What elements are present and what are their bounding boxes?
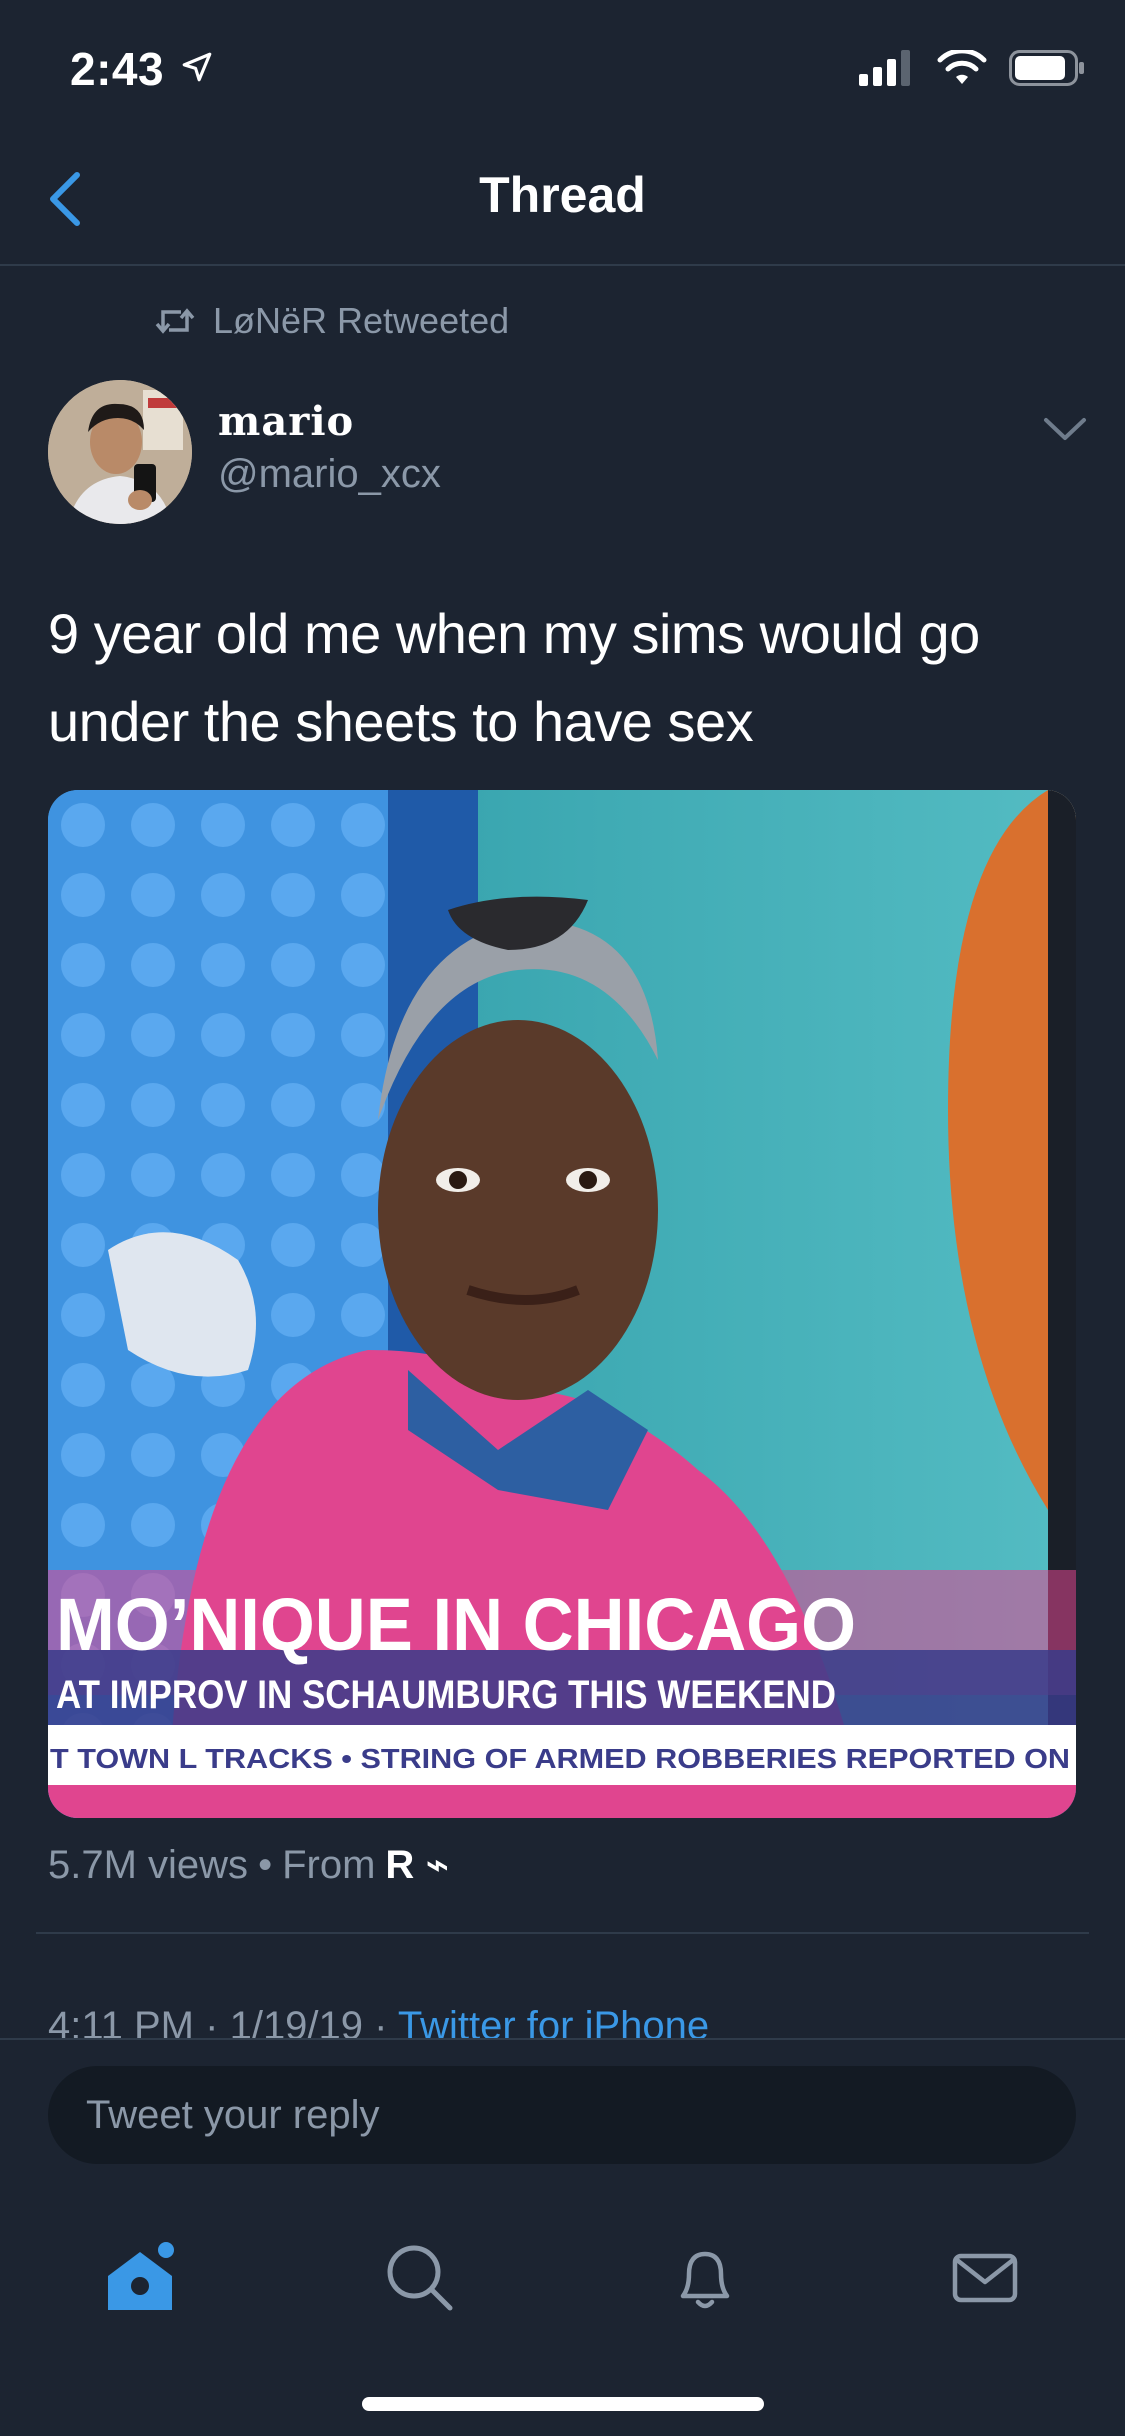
retweet-icon — [155, 308, 195, 334]
home-indicator[interactable] — [362, 2397, 764, 2411]
author-display-name[interactable]: mario — [218, 398, 354, 445]
tweet-date: 1/19/19 — [229, 2004, 364, 2040]
wifi-icon — [937, 50, 987, 84]
status-time: 2:43 — [70, 43, 165, 95]
reply-bar: Tweet your reply — [0, 2038, 1125, 2200]
avatar-image — [48, 380, 192, 524]
meta-dot: · — [205, 2004, 219, 2040]
video-headline: MO’NIQUE IN CHICAGO — [56, 1583, 856, 1666]
views-line: 5.7M views • From R ⌁ — [48, 1842, 450, 1888]
divider — [36, 1932, 1089, 1934]
video-thumbnail: MO’NIQUE IN CHICAGO AT IMPROV IN SCHAUMB… — [48, 790, 1076, 1818]
tweet-time: 4:11 PM — [48, 2004, 194, 2040]
views-separator: • — [258, 1842, 273, 1887]
video-ticker: T TOWN L TRACKS • STRING OF ARMED ROBBER… — [50, 1743, 1070, 1774]
retweet-label: LøNëR Retweeted — [213, 300, 510, 341]
author-handle[interactable]: @mario_xcx — [218, 452, 441, 497]
tweet-meta: 4:11 PM · 1/19/19 · Twitter for iPhone — [48, 2004, 709, 2040]
tweet-media-video[interactable]: MO’NIQUE IN CHICAGO AT IMPROV IN SCHAUMB… — [48, 790, 1076, 1818]
avatar[interactable] — [48, 380, 192, 524]
home-icon — [108, 2242, 174, 2310]
tab-notifications[interactable] — [645, 2218, 765, 2338]
views-from-label: From — [282, 1842, 376, 1887]
status-indicators — [859, 50, 1085, 86]
status-bar: 2:43 — [0, 0, 1125, 140]
views-count: 5.7M views — [48, 1842, 249, 1887]
location-arrow-icon — [182, 52, 212, 82]
meta-dot: · — [374, 2004, 388, 2040]
chevron-down-icon[interactable] — [1040, 410, 1090, 450]
signal-icon — [859, 50, 910, 86]
page-title: Thread — [479, 167, 646, 223]
nav-bar: Thread — [0, 140, 1125, 266]
video-subheadline: AT IMPROV IN SCHAUMBURG THIS WEEKEND — [56, 1673, 836, 1717]
reply-input[interactable]: Tweet your reply — [48, 2066, 1076, 2164]
tweet-text: 9 year old me when my sims would go unde… — [48, 602, 980, 753]
mail-icon — [952, 2253, 1018, 2303]
tab-search[interactable] — [360, 2218, 480, 2338]
battery-icon — [1009, 50, 1084, 86]
retweet-context[interactable]: LøNëR Retweeted — [155, 300, 509, 342]
views-source[interactable]: R ⌁ — [385, 1842, 449, 1888]
tab-messages[interactable] — [925, 2218, 1045, 2338]
tweet-client-link[interactable]: Twitter for iPhone — [398, 2004, 709, 2040]
bell-icon — [680, 2251, 730, 2309]
tab-home[interactable] — [80, 2218, 200, 2338]
search-icon — [387, 2245, 453, 2311]
